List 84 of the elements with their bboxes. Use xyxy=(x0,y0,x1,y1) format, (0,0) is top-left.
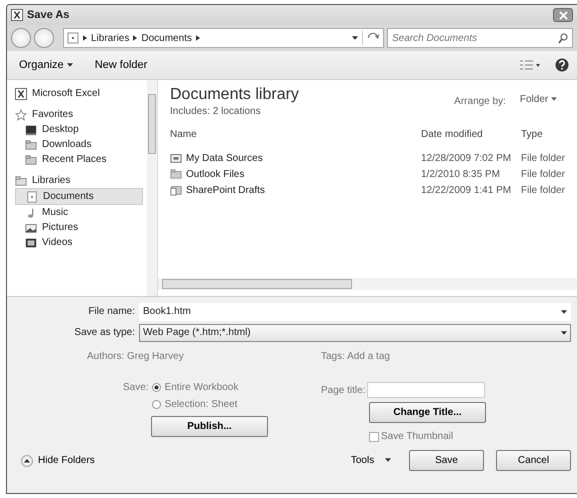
new-folder-button[interactable]: New folder xyxy=(90,57,152,73)
breadcrumb-arrow-icon xyxy=(196,35,200,41)
save-thumbnail-checkbox[interactable]: Save Thumbnail xyxy=(369,431,486,442)
close-icon xyxy=(558,10,568,20)
column-header[interactable]: Type xyxy=(521,129,577,140)
change-title-button[interactable]: Change Title... xyxy=(369,402,486,423)
date-cell-text: 12/22/2009 1:41 PM xyxy=(421,184,512,196)
search-field[interactable]: Search Documents xyxy=(387,28,573,48)
breadcrumb-arrow-icon xyxy=(83,35,87,41)
file-row-name[interactable]: My Data Sources xyxy=(170,152,421,164)
close-button[interactable] xyxy=(553,8,573,22)
folder-icon xyxy=(170,184,182,196)
film-icon xyxy=(25,236,37,248)
folder-icon xyxy=(25,154,37,166)
nav-item[interactable]: Music xyxy=(15,205,147,220)
database-folder-icon xyxy=(170,152,182,164)
date-cell-text: 12/28/2009 7:02 PM xyxy=(421,152,512,164)
monitor-icon xyxy=(25,124,37,136)
tags-text: Tags: Add a tag xyxy=(321,351,390,362)
caret-icon xyxy=(561,310,567,314)
picture-icon xyxy=(25,222,37,234)
nav-item[interactable]: Recent Places xyxy=(15,152,147,167)
caret-icon xyxy=(551,97,557,102)
library-locations: Includes: 2 locations xyxy=(170,106,262,117)
vertical-scrollbar[interactable] xyxy=(147,80,157,296)
window-title: Save As xyxy=(27,9,70,21)
star-icon xyxy=(15,108,27,120)
breadcrumb[interactable]: Documents xyxy=(141,32,192,44)
file-row-name[interactable]: SharePoint Drafts xyxy=(170,184,421,196)
file-name-field[interactable]: Book1.htm xyxy=(139,302,571,320)
authors-text: Authors: Greg Harvey xyxy=(87,351,185,362)
type-cell-text: File folder xyxy=(521,184,566,196)
date-cell-text: 1/2/2010 8:35 PM xyxy=(421,168,501,180)
view-options-icon[interactable] xyxy=(519,59,541,71)
column-header[interactable]: Date modified xyxy=(421,129,521,140)
nav-item[interactable]: Pictures xyxy=(15,220,147,235)
tools-button[interactable]: Tools xyxy=(344,454,397,467)
caret-icon xyxy=(352,36,358,40)
nav-item[interactable]: Videos xyxy=(15,235,147,250)
save-type-label: Save as type: xyxy=(73,327,136,338)
cancel-button[interactable]: Cancel xyxy=(496,450,571,471)
document-icon xyxy=(26,190,38,202)
folder-icon xyxy=(25,138,37,150)
address-bar[interactable]: Libraries Documents xyxy=(63,28,384,48)
column-header[interactable]: Name xyxy=(170,129,421,140)
library-icon xyxy=(67,32,79,44)
page-title-field[interactable] xyxy=(367,382,486,398)
save-button[interactable]: Save xyxy=(409,450,484,471)
publish-button[interactable]: Publish... xyxy=(151,416,268,437)
type-cell-text: File folder xyxy=(521,152,566,164)
help-icon[interactable] xyxy=(555,58,569,72)
save-type-dropdown[interactable]: Web Page (*.htm;*.html) xyxy=(139,324,571,342)
library-title: Documents library xyxy=(170,86,299,104)
nav-item[interactable]: Favorites xyxy=(15,107,147,122)
nav-item[interactable]: Documents xyxy=(15,188,143,205)
breadcrumb[interactable]: Libraries xyxy=(91,32,130,44)
radio-option[interactable]: Selection: Sheet xyxy=(152,399,238,410)
nav-item[interactable]: Libraries xyxy=(15,173,147,188)
save-label: Save: xyxy=(123,382,149,395)
caret-icon xyxy=(385,458,391,462)
radio-option[interactable]: Entire Workbook xyxy=(152,382,238,393)
file-name-label: File name: xyxy=(87,306,136,317)
hide-folders-button[interactable]: Hide Folders xyxy=(21,454,95,466)
back-button[interactable] xyxy=(11,28,31,48)
spreadsheet-icon xyxy=(11,9,23,21)
file-row-name[interactable]: Outlook Files xyxy=(170,168,421,180)
organize-button[interactable]: Organize xyxy=(15,57,77,73)
type-cell-text: File folder xyxy=(521,168,566,180)
page-title-label: Page title: xyxy=(321,384,366,396)
nav-item[interactable]: Microsoft Excel xyxy=(15,86,147,101)
nav-item[interactable]: Downloads xyxy=(15,137,147,152)
forward-button[interactable] xyxy=(34,28,54,48)
horizontal-scrollbar[interactable] xyxy=(158,278,577,290)
folder-icon xyxy=(170,168,182,180)
refresh-icon[interactable] xyxy=(362,31,380,45)
folder-icon xyxy=(15,174,27,186)
arrange-dropdown[interactable]: Folder xyxy=(514,93,563,106)
caret-icon xyxy=(561,330,567,334)
caret-icon xyxy=(66,63,73,68)
breadcrumb-arrow-icon xyxy=(133,35,138,41)
nav-item[interactable]: Desktop xyxy=(15,122,147,137)
arrange-label: Arrange by: xyxy=(454,96,506,107)
search-icon xyxy=(557,32,569,44)
spreadsheet-icon xyxy=(15,88,27,100)
